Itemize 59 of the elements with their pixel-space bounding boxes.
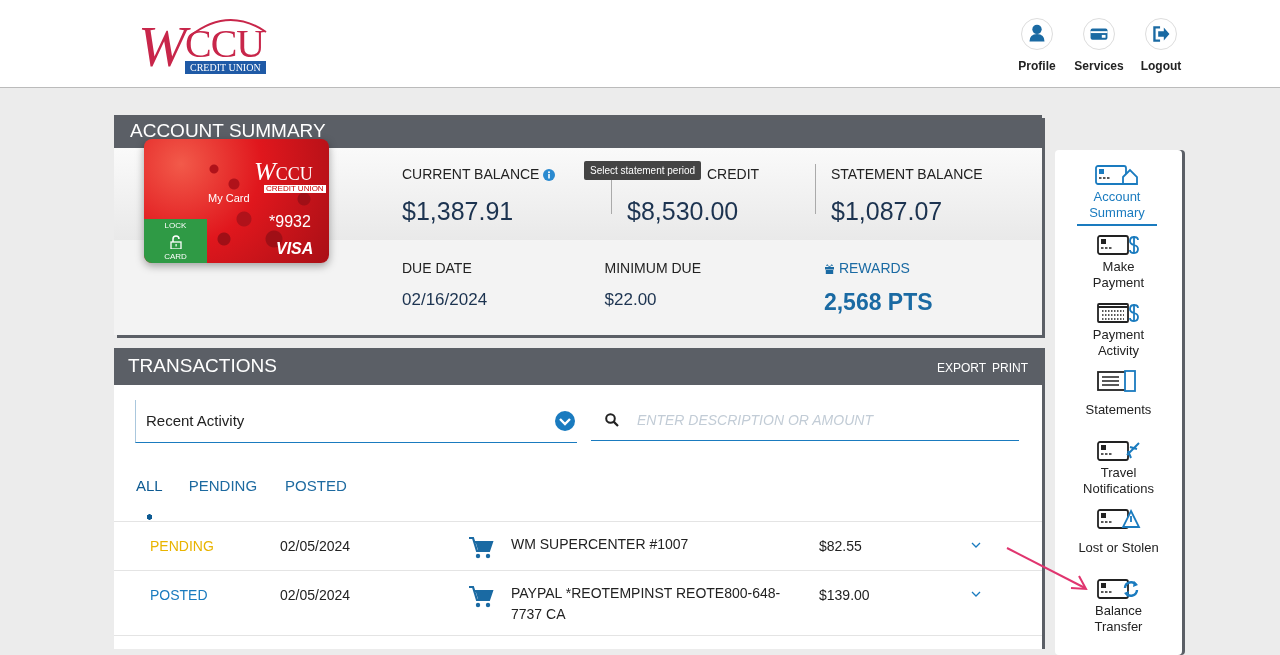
status-label: PENDING xyxy=(150,537,215,556)
date-cell-text: 02/05/2024 xyxy=(280,537,352,556)
amount-cell-text: $82.55 xyxy=(819,537,863,556)
expand-chevron-icon[interactable] xyxy=(971,591,981,598)
card-warning-icon xyxy=(1096,507,1141,531)
calendar-dollar-icon xyxy=(1096,301,1141,325)
stat-value: $1,387.91 xyxy=(402,196,515,227)
amount-cell-text: $139.00 xyxy=(819,586,871,605)
unlocked-padlock-icon xyxy=(169,234,182,249)
card-name: My Card xyxy=(208,191,250,206)
stat-label: MINIMUM DUE xyxy=(604,259,701,278)
stat-label: STATEMENT BALANCE xyxy=(831,165,983,184)
activity-dropdown[interactable]: Recent Activity xyxy=(135,400,577,443)
search-field[interactable]: ENTER DESCRIPTION OR AMOUNT xyxy=(635,408,1019,432)
search-icon xyxy=(605,413,619,427)
side-nav-item[interactable]: Statements xyxy=(1055,366,1182,421)
toolbar-link[interactable]: EXPORT xyxy=(930,358,986,377)
shopping-cart-icon xyxy=(468,585,494,609)
card-dollar-icon xyxy=(1096,233,1141,257)
stat-value: 02/16/2024 xyxy=(402,289,489,311)
card-plane-icon xyxy=(1096,439,1141,463)
card-house-icon xyxy=(1095,163,1139,187)
stat-label: CREDIT xyxy=(707,165,760,184)
description-cell-text: PAYPAL *REOTEMPINST REOTE800-648-7737 CA xyxy=(511,584,782,624)
description-cell-text: WM SUPERCENTER #1007 xyxy=(511,535,690,554)
filter-tab[interactable]: POSTED xyxy=(285,467,347,521)
services-button[interactable]: Services xyxy=(1070,1,1128,87)
lock-card-button[interactable]: LOCK CARD xyxy=(144,219,207,263)
side-nav-item[interactable]: Lost or Stolen xyxy=(1055,504,1182,559)
side-nav-item[interactable]: Travel Notifications xyxy=(1055,436,1182,500)
stat-value: 2,568 PTS xyxy=(823,288,934,317)
profile-button[interactable]: Profile xyxy=(1008,1,1066,87)
chevron-down-icon xyxy=(554,410,576,432)
shopping-cart-icon xyxy=(468,536,494,560)
side-nav-item[interactable]: Payment Activity xyxy=(1055,298,1182,362)
date-cell-text: 02/05/2024 xyxy=(280,586,352,605)
tooltip: Select statement period xyxy=(584,161,702,180)
side-nav-item[interactable]: Balance Transfer xyxy=(1055,574,1182,638)
panel-title-bar: TRANSACTIONS EXPORT PRINT xyxy=(114,348,1042,385)
side-nav-item[interactable]: Make Payment xyxy=(1055,230,1182,294)
panel-title: ACCOUNT SUMMARY xyxy=(114,115,1042,148)
stat-label: CURRENT BALANCE xyxy=(402,165,540,184)
side-nav-item[interactable]: Account Summary xyxy=(1077,160,1157,226)
logout-button[interactable]: Logout xyxy=(1132,1,1190,87)
stat-label: DUE DATE xyxy=(402,259,472,278)
info-icon[interactable] xyxy=(543,168,556,181)
card-network: VISA xyxy=(276,239,314,259)
stat-value: $22.00 xyxy=(604,289,658,311)
status-label: POSTED xyxy=(150,586,209,605)
expand-chevron-icon[interactable] xyxy=(971,542,981,549)
filter-tab[interactable]: PENDING xyxy=(188,467,258,521)
stat-value: $1,087.07 xyxy=(831,196,944,227)
stat-value: $8,530.00 xyxy=(627,196,740,227)
card-number: *9932 xyxy=(269,212,311,232)
toolbar-link[interactable]: PRINT xyxy=(986,358,1028,377)
card-refresh-icon xyxy=(1096,577,1141,601)
gift-icon xyxy=(823,263,835,274)
stat-label: REWARDS xyxy=(838,259,910,278)
card-logo: WCCU CREDIT UNION xyxy=(254,159,326,193)
